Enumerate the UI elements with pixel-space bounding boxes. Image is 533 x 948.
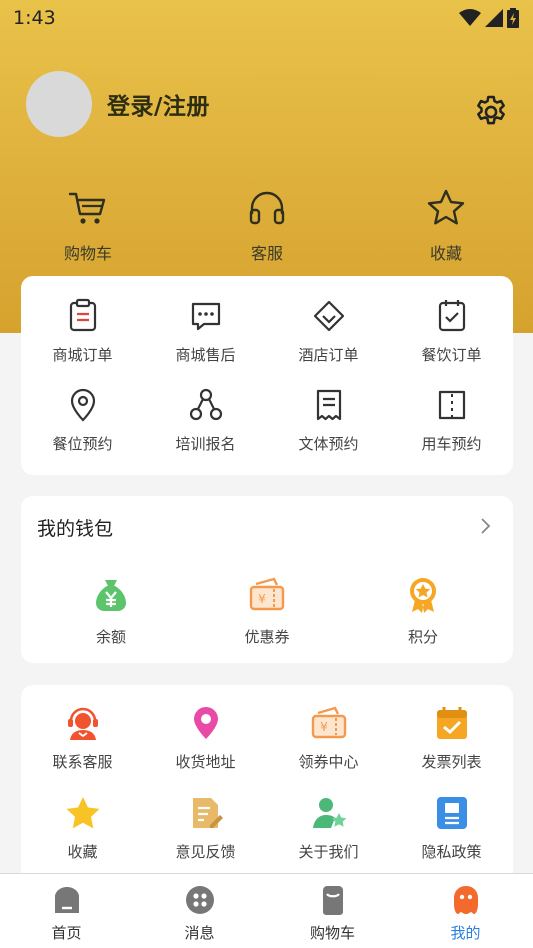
calendar-check-icon — [438, 300, 465, 332]
order-hotel[interactable]: 酒店订单 — [267, 298, 390, 365]
service-label: 隐私政策 — [421, 843, 482, 861]
service-contact-support[interactable]: 联系客服 — [21, 705, 144, 772]
order-dining[interactable]: 餐饮订单 — [390, 298, 513, 365]
battery-icon — [507, 8, 519, 28]
status-icons — [459, 8, 519, 28]
privacy-doc-icon — [436, 797, 467, 829]
tab-cart[interactable]: 购物车 — [266, 884, 399, 943]
service-label: 收货地址 — [175, 753, 236, 771]
order-training[interactable]: 培训报名 — [144, 387, 267, 454]
diamond-icon — [313, 300, 344, 332]
tab-messages[interactable]: 消息 — [133, 884, 266, 943]
service-feedback[interactable]: 意见反馈 — [144, 795, 267, 862]
login-register-link[interactable]: 登录/注册 — [107, 87, 210, 121]
wallet-points[interactable]: 积分 — [373, 576, 473, 647]
quick-action-label: 客服 — [250, 244, 283, 263]
tab-label: 消息 — [184, 924, 215, 942]
order-mall-aftersale[interactable]: 商城售后 — [144, 298, 267, 365]
money-bag-icon — [96, 580, 126, 611]
ticket-icon — [438, 390, 465, 420]
star-filled-icon — [66, 797, 99, 829]
status-bar: 1:43 — [0, 0, 533, 36]
wallet-item-label: 优惠券 — [244, 628, 290, 646]
tab-label: 首页 — [51, 924, 82, 942]
wallet-item-label: 余额 — [95, 628, 126, 646]
message-icon — [185, 886, 214, 914]
service-label: 发票列表 — [421, 753, 482, 771]
tab-mine[interactable]: 我的 — [399, 884, 532, 943]
order-mall[interactable]: 商城订单 — [21, 298, 144, 365]
location-pin-icon — [70, 388, 95, 422]
star-outline-icon — [427, 189, 465, 225]
quick-action-label: 收藏 — [429, 244, 462, 263]
order-label: 文体预约 — [298, 435, 359, 453]
services-card: 联系客服 收货地址 ¥ 领券中心 发票列表 收藏 意见反馈 关于我们 隐私政策 — [21, 685, 513, 885]
service-label: 收藏 — [67, 843, 98, 861]
chevron-right-icon[interactable] — [475, 516, 495, 536]
service-label: 关于我们 — [298, 843, 359, 861]
coupon-icon: ¥ — [249, 577, 285, 611]
service-favorites[interactable]: 收藏 — [21, 795, 144, 862]
receipt-icon — [316, 389, 341, 421]
service-shipping-address[interactable]: 收货地址 — [144, 705, 267, 772]
tab-home[interactable]: 首页 — [0, 884, 133, 943]
order-label: 商城售后 — [175, 346, 236, 364]
service-invoice-list[interactable]: 发票列表 — [390, 705, 513, 772]
clipboard-icon — [69, 298, 96, 332]
wallet-item-label: 积分 — [407, 628, 438, 646]
about-user-icon — [312, 798, 346, 828]
quick-action-cart[interactable]: 购物车 — [28, 188, 148, 264]
support-agent-icon — [67, 707, 98, 740]
settings-gear-icon[interactable] — [472, 93, 510, 131]
cart-icon — [68, 192, 106, 224]
order-table-booking[interactable]: 餐位预约 — [21, 387, 144, 454]
wallet-coupons[interactable]: ¥ 优惠券 — [217, 576, 317, 647]
wifi-icon — [459, 9, 481, 26]
home-icon — [54, 887, 79, 913]
svg-text:¥: ¥ — [258, 592, 266, 606]
orders-card: 商城订单 商城售后 酒店订单 餐饮订单 餐位预约 培训报名 文体预约 用车预约 — [21, 276, 513, 475]
headphones-icon — [249, 191, 285, 225]
service-label: 联系客服 — [52, 753, 113, 771]
order-label: 培训报名 — [175, 435, 236, 453]
cellular-signal-icon — [485, 9, 503, 27]
cart-tab-icon — [322, 886, 343, 915]
order-label: 餐位预约 — [52, 435, 113, 453]
wallet-balance[interactable]: 余额 — [61, 576, 161, 647]
bottom-tab-bar: 首页 消息 购物车 我的 — [0, 873, 533, 948]
quick-action-favorites[interactable]: 收藏 — [386, 188, 506, 264]
network-icon — [189, 388, 222, 421]
feedback-icon — [192, 798, 223, 828]
quick-action-label: 购物车 — [63, 244, 112, 263]
order-label: 商城订单 — [52, 346, 113, 364]
map-pin-icon — [193, 707, 218, 739]
profile-icon — [453, 886, 478, 914]
order-car[interactable]: 用车预约 — [390, 387, 513, 454]
medal-icon — [410, 578, 436, 613]
profile-header[interactable]: 登录/注册 — [26, 71, 210, 137]
quick-action-service[interactable]: 客服 — [207, 188, 327, 264]
service-label: 意见反馈 — [175, 843, 236, 861]
quick-actions: 购物车 客服 收藏 — [0, 188, 533, 268]
service-about-us[interactable]: 关于我们 — [267, 795, 390, 862]
service-coupon-center[interactable]: ¥ 领券中心 — [267, 705, 390, 772]
wallet-card[interactable]: 我的钱包 余额 ¥ 优惠券 积分 — [21, 496, 513, 663]
order-label: 酒店订单 — [298, 346, 359, 364]
invoice-calendar-icon — [436, 707, 467, 739]
tab-label: 购物车 — [309, 924, 355, 942]
tab-label: 我的 — [450, 924, 481, 942]
service-privacy-policy[interactable]: 隐私政策 — [390, 795, 513, 862]
order-label: 用车预约 — [421, 435, 482, 453]
svg-text:¥: ¥ — [320, 720, 328, 734]
chat-dots-icon — [191, 302, 220, 331]
order-sports[interactable]: 文体预约 — [267, 387, 390, 454]
service-label: 领券中心 — [298, 753, 359, 771]
avatar[interactable] — [26, 71, 92, 137]
coupon-center-icon: ¥ — [311, 706, 346, 739]
wallet-title: 我的钱包 — [37, 518, 114, 540]
status-time: 1:43 — [13, 7, 56, 29]
order-label: 餐饮订单 — [421, 346, 482, 364]
